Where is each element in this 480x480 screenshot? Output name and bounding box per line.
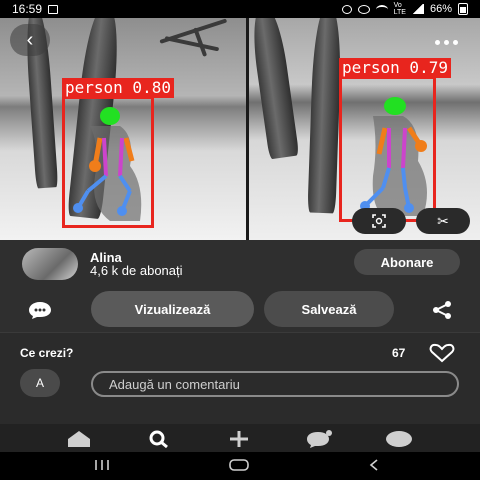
share-button[interactable] (428, 299, 456, 321)
like-button[interactable] (428, 343, 456, 363)
likes-count: 67 (392, 346, 406, 360)
chevron-left-icon: ‹ (26, 28, 34, 51)
nav-home[interactable] (64, 430, 94, 448)
profile-icon (386, 431, 412, 447)
detection-label-right: person 0.79 (339, 58, 451, 78)
heart-icon (429, 343, 455, 363)
save-button[interactable]: Salvează (264, 291, 394, 327)
status-bar: 16:59 Vo LTE 66% (0, 0, 480, 18)
nav-messages[interactable] (304, 430, 334, 448)
detection-box-right (339, 76, 436, 222)
plus-icon (230, 431, 248, 447)
home-icon (68, 431, 90, 447)
status-time: 16:59 (12, 2, 43, 16)
volte-icon: Vo LTE (393, 2, 406, 16)
search-icon (149, 430, 168, 448)
chat-bubble-icon (29, 302, 51, 319)
comment-input[interactable] (91, 371, 459, 397)
share-icon (433, 301, 451, 319)
wifi-icon (375, 4, 388, 14)
comments-title: Ce crezi? (20, 346, 74, 360)
detection-box-left (62, 96, 154, 228)
nav-create[interactable] (224, 430, 254, 448)
more-dot-icon (452, 39, 458, 45)
author-avatar[interactable] (22, 248, 78, 280)
comment-button[interactable] (26, 299, 54, 321)
system-back-button[interactable] (364, 458, 384, 472)
scissors-icon: ✂ (437, 212, 449, 229)
visualize-button[interactable]: Vizualizează (91, 291, 254, 327)
subscribe-button[interactable]: Abonare (354, 249, 460, 275)
more-dot-icon (443, 39, 449, 45)
battery-percent: 66% (429, 3, 452, 15)
chevron-left-icon (369, 459, 378, 471)
home-button[interactable] (226, 458, 252, 472)
lens-icon (372, 214, 386, 228)
cut-button[interactable]: ✂ (416, 208, 470, 234)
pin-image[interactable]: person 0.80 person 0.79 ‹ ✂ (0, 18, 480, 240)
more-dot-icon (434, 39, 440, 45)
image-icon (48, 4, 59, 14)
alarm-icon (341, 4, 352, 14)
user-avatar[interactable]: A (20, 369, 60, 397)
more-options-button[interactable] (426, 28, 466, 56)
recents-button[interactable] (90, 458, 114, 472)
nav-profile[interactable] (384, 430, 414, 448)
visual-search-button[interactable] (352, 208, 406, 234)
recents-icon (95, 460, 109, 470)
author-subscribers: 4,6 k de abonați (90, 263, 183, 278)
signal-icon (411, 4, 424, 14)
nav-search[interactable] (144, 430, 174, 448)
home-pill-icon (229, 459, 249, 471)
back-button[interactable]: ‹ (10, 24, 50, 56)
detection-label-left: person 0.80 (62, 78, 174, 98)
battery-icon (458, 3, 468, 15)
hotspot-icon (357, 4, 370, 14)
messages-icon (307, 430, 332, 448)
